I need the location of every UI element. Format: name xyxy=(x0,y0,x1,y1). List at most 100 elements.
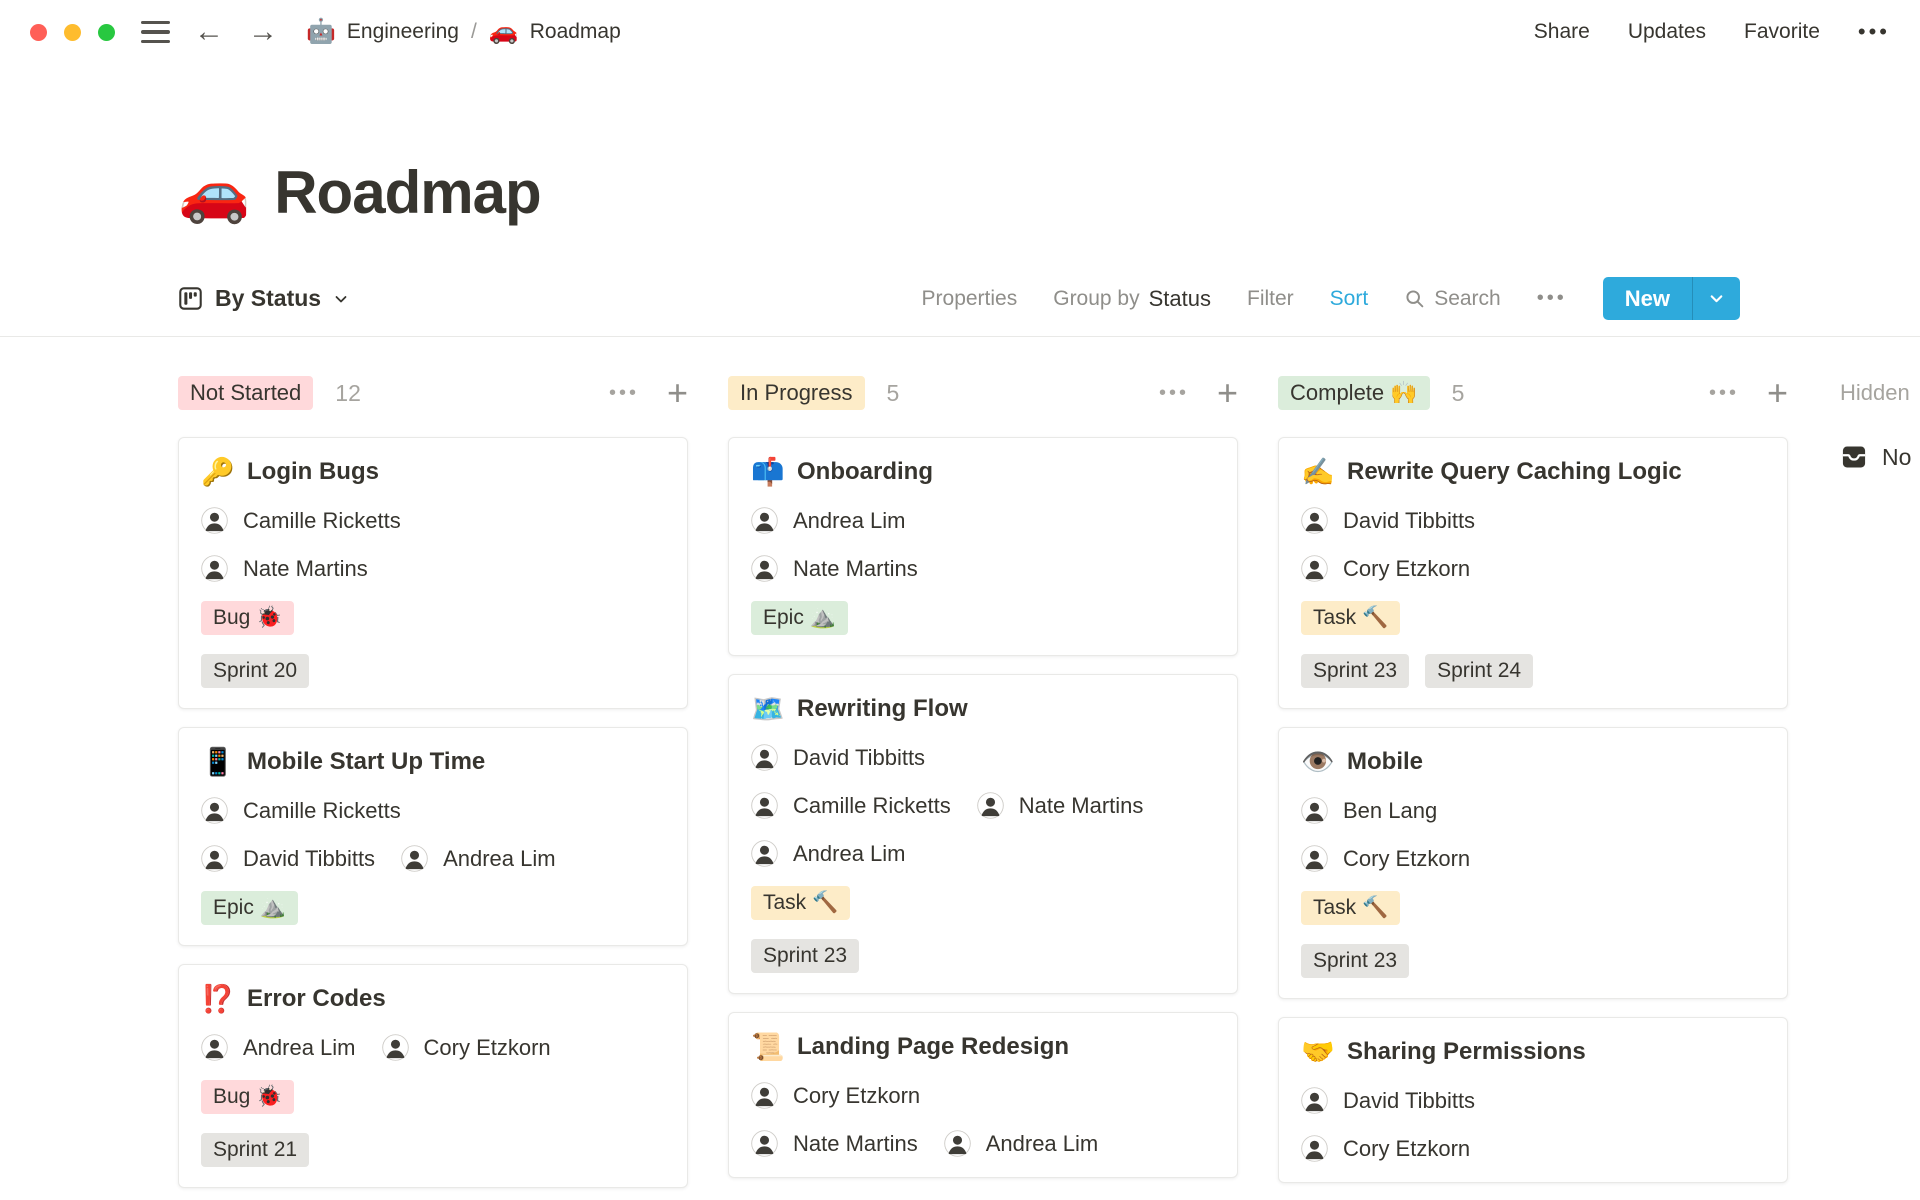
new-button-dropdown[interactable] xyxy=(1692,277,1740,320)
tag-sprint: Sprint 23 xyxy=(751,939,860,973)
search-button[interactable]: Search xyxy=(1404,287,1501,311)
close-window-button[interactable] xyxy=(30,23,47,41)
card-error-codes[interactable]: ⁉️ Error Codes Andrea Lim Cory Etzkorn B… xyxy=(178,964,688,1188)
chevron-down-icon xyxy=(335,295,347,302)
card-list: ✍️ Rewrite Query Caching Logic David Tib… xyxy=(1278,437,1788,1183)
card-sharing-permissions[interactable]: 🤝 Sharing Permissions David Tibbitts Cor… xyxy=(1278,1017,1788,1183)
hidden-groups-toggle[interactable]: Hidden xyxy=(1840,373,1920,413)
add-card-icon[interactable]: + xyxy=(1767,375,1788,411)
writing-hand-icon: ✍️ xyxy=(1301,456,1335,487)
person-name: Andrea Lim xyxy=(443,845,556,871)
kanban-board: Not Started 12 ••• + 🔑 Login Bugs Camill… xyxy=(0,337,1920,1188)
card-title: Rewriting Flow xyxy=(797,695,968,722)
avatar xyxy=(751,1082,778,1109)
back-arrow-icon[interactable]: ← xyxy=(194,17,224,47)
column-status-badge[interactable]: In Progress xyxy=(728,376,865,410)
person-row: Cory Etzkorn xyxy=(1301,555,1765,582)
window-topbar: ← → 🤖 Engineering / 🚗 Roadmap Share Upda… xyxy=(0,0,1920,64)
person-name: David Tibbitts xyxy=(1343,1087,1476,1113)
toolbar-more-icon[interactable]: ••• xyxy=(1537,287,1567,310)
group-by-prefix: Group by xyxy=(1053,286,1140,310)
person-name: Ben Lang xyxy=(1343,797,1438,823)
new-button[interactable]: New xyxy=(1602,277,1740,320)
zoom-window-button[interactable] xyxy=(98,23,115,41)
column-status-badge[interactable]: Not Started xyxy=(178,376,314,410)
column-more-icon[interactable]: ••• xyxy=(1709,382,1739,405)
column-header: In Progress 5 ••• + xyxy=(728,373,1238,413)
card-landing-page-redesign[interactable]: 📜 Landing Page Redesign Cory Etzkorn Nat… xyxy=(728,1012,1238,1178)
person-name: Andrea Lim xyxy=(243,1034,356,1060)
person-name: Nate Martins xyxy=(793,1130,918,1156)
card-onboarding[interactable]: 📫 Onboarding Andrea Lim Nate Martins Epi… xyxy=(728,437,1238,656)
add-card-icon[interactable]: + xyxy=(667,375,688,411)
tag-task: Task 🔨 xyxy=(751,886,851,920)
column-header: Not Started 12 ••• + xyxy=(178,373,688,413)
person-row: Cory Etzkorn xyxy=(1301,845,1765,872)
tag-sprint: Sprint 23 xyxy=(1301,944,1410,978)
minimize-window-button[interactable] xyxy=(64,23,81,41)
card-mobile[interactable]: 👁️ Mobile Ben Lang Cory Etzkorn Task 🔨 S… xyxy=(1278,727,1788,999)
breadcrumb-item-roadmap[interactable]: 🚗 Roadmap xyxy=(489,20,621,44)
person-row: Nate Martins Andrea Lim xyxy=(751,1130,1215,1157)
share-button[interactable]: Share xyxy=(1534,20,1590,44)
view-selector-by-status[interactable]: By Status xyxy=(178,285,349,312)
favorite-button[interactable]: Favorite xyxy=(1744,20,1820,44)
person-row: Cory Etzkorn xyxy=(751,1082,1215,1109)
card-login-bugs[interactable]: 🔑 Login Bugs Camille Ricketts Nate Marti… xyxy=(178,437,688,709)
column-count: 5 xyxy=(1451,379,1465,406)
breadcrumb-separator: / xyxy=(470,20,477,43)
person-name: Camille Ricketts xyxy=(243,507,401,533)
breadcrumb-item-engineering[interactable]: 🤖 Engineering xyxy=(306,20,459,44)
page-title[interactable]: Roadmap xyxy=(274,158,541,227)
person-name: Cory Etzkorn xyxy=(1343,845,1471,871)
avatar xyxy=(751,744,778,771)
column-count: 12 xyxy=(335,379,361,406)
person-row: David Tibbitts xyxy=(751,744,1215,771)
person-name: Camille Ricketts xyxy=(793,792,951,818)
breadcrumb-label: Engineering xyxy=(346,20,459,43)
scroll-icon: 📜 xyxy=(751,1031,785,1062)
column-status-badge[interactable]: Complete 🙌 xyxy=(1278,376,1430,410)
card-rewrite-query-caching-logic[interactable]: ✍️ Rewrite Query Caching Logic David Tib… xyxy=(1278,437,1788,709)
traffic-lights xyxy=(30,23,115,41)
person-row: Andrea Lim Cory Etzkorn xyxy=(201,1034,665,1061)
properties-button[interactable]: Properties xyxy=(922,287,1018,311)
new-button-label[interactable]: New xyxy=(1603,277,1692,320)
search-icon xyxy=(1406,290,1424,308)
column-more-icon[interactable]: ••• xyxy=(1159,382,1189,405)
hidden-group-no-status[interactable]: No xyxy=(1840,443,1920,471)
column-in-progress: In Progress 5 ••• + 📫 Onboarding Andrea … xyxy=(728,373,1238,1178)
group-by-button[interactable]: Group by Status xyxy=(1053,286,1211,312)
avatar xyxy=(1301,507,1328,534)
more-options-icon[interactable]: ••• xyxy=(1858,19,1890,45)
card-rewriting-flow[interactable]: 🗺️ Rewriting Flow David Tibbitts Camille… xyxy=(728,674,1238,994)
person-name: Andrea Lim xyxy=(985,1130,1099,1156)
tag-bug: Bug 🐞 xyxy=(201,601,295,635)
tag-sprint: Sprint 24 xyxy=(1425,654,1534,688)
avatar xyxy=(201,797,228,824)
avatar xyxy=(751,792,778,819)
card-mobile-start-up-time[interactable]: 📱 Mobile Start Up Time Camille Ricketts … xyxy=(178,727,688,946)
person-name: Nate Martins xyxy=(1018,792,1144,818)
forward-arrow-icon[interactable]: → xyxy=(248,17,278,47)
sidebar-menu-icon[interactable] xyxy=(141,20,170,44)
card-title: Mobile xyxy=(1347,748,1423,775)
page-icon-car[interactable]: 🚗 xyxy=(178,163,250,222)
breadcrumb-label: Roadmap xyxy=(529,20,621,43)
tag-epic: Epic ⛰️ xyxy=(201,891,298,925)
column-not-started: Not Started 12 ••• + 🔑 Login Bugs Camill… xyxy=(178,373,688,1188)
filter-button[interactable]: Filter xyxy=(1247,287,1294,311)
person-name: Nate Martins xyxy=(793,555,918,581)
tag-sprint: Sprint 23 xyxy=(1301,654,1410,688)
avatar xyxy=(201,1034,228,1061)
avatar xyxy=(201,555,228,582)
card-title: Login Bugs xyxy=(247,458,379,485)
card-list: 📫 Onboarding Andrea Lim Nate Martins Epi… xyxy=(728,437,1238,1178)
person-row: Camille Ricketts xyxy=(201,507,665,534)
card-title: Error Codes xyxy=(247,985,386,1012)
column-more-icon[interactable]: ••• xyxy=(609,382,639,405)
breadcrumb: 🤖 Engineering / 🚗 Roadmap xyxy=(306,20,621,44)
updates-button[interactable]: Updates xyxy=(1628,20,1706,44)
sort-button[interactable]: Sort xyxy=(1330,287,1369,311)
add-card-icon[interactable]: + xyxy=(1217,375,1238,411)
